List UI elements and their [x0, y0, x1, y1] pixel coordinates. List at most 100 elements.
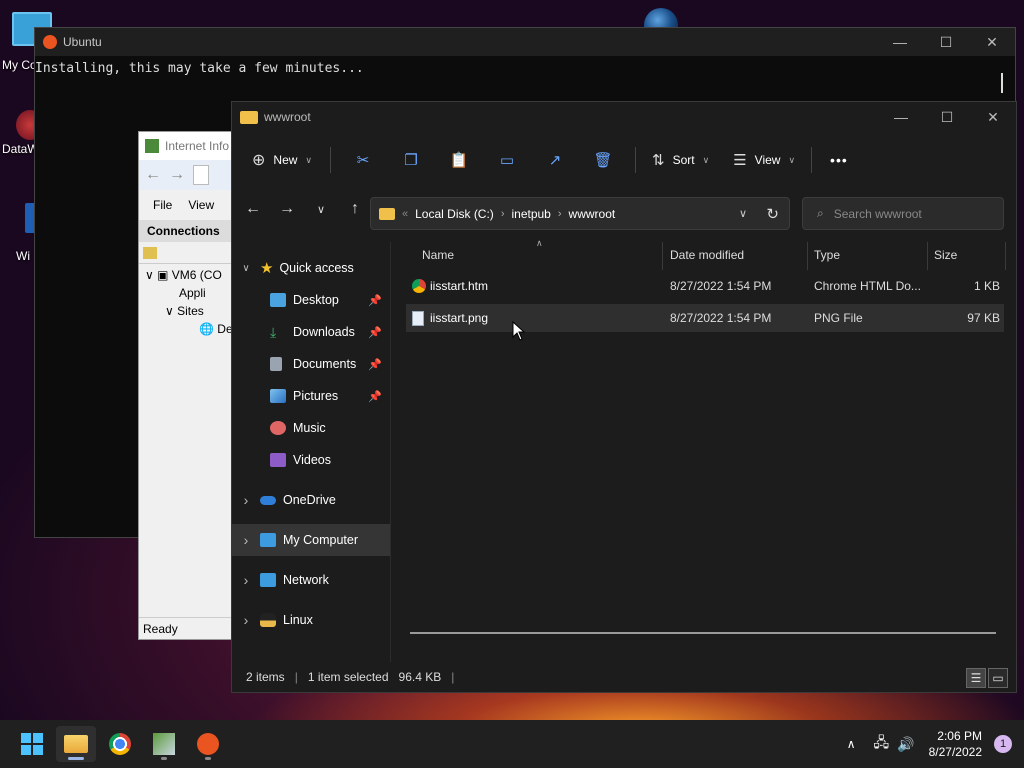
close-button[interactable]: ✕ [970, 102, 1016, 132]
volume-icon[interactable]: 🔊 [897, 736, 914, 753]
column-header-name[interactable]: Name [422, 248, 454, 262]
chevron-up-icon[interactable]: ∧ [847, 737, 856, 751]
pin-icon[interactable]: 📌 [368, 294, 382, 307]
up-button[interactable]: ↑ [338, 200, 372, 218]
clock[interactable]: 2:06 PM 8/27/2022 [929, 728, 982, 760]
more-options-button[interactable]: ••• [820, 152, 858, 168]
sidebar-item-label: Quick access [279, 261, 354, 275]
taskbar-file-explorer[interactable] [56, 726, 96, 762]
horizontal-scrollbar[interactable] [410, 632, 996, 634]
tree-node-server[interactable]: ∨ ▣ VM6 (CO [139, 266, 237, 284]
chevron-right-icon[interactable]: › [232, 492, 260, 508]
maximize-button[interactable]: ☐ [923, 28, 969, 56]
sidebar-item-desktop[interactable]: Desktop 📌 [232, 284, 390, 316]
details-view-button[interactable]: ☰ [966, 668, 986, 688]
cut-icon[interactable]: ✂ [339, 144, 387, 176]
sidebar-item-pictures[interactable]: Pictures 📌 [232, 380, 390, 412]
menu-file[interactable]: File [153, 198, 172, 212]
view-button[interactable]: ☰ View ∨ [717, 151, 803, 169]
console-scrollbar[interactable] [1001, 73, 1003, 93]
tree-node-default-site[interactable]: 🌐 De [139, 320, 237, 338]
taskbar-chrome[interactable] [100, 726, 140, 762]
chevron-right-icon[interactable]: › [232, 532, 260, 548]
rename-icon[interactable]: ▭ [483, 144, 531, 176]
chevron-right-icon[interactable]: › [558, 208, 562, 220]
chevron-right-icon[interactable]: › [232, 572, 260, 588]
address-bar[interactable]: « Local Disk (C:) › inetpub › wwwroot ∨ … [370, 197, 790, 230]
minimize-button[interactable]: — [878, 102, 924, 132]
address-dropdown-icon[interactable]: ∨ [739, 207, 747, 220]
sort-up-icon: ∧ [536, 238, 543, 248]
folder-icon [379, 207, 395, 220]
copy-icon[interactable]: ❐ [387, 144, 435, 176]
clock-time: 2:06 PM [937, 729, 982, 743]
menu-view[interactable]: View [188, 198, 214, 212]
back-arrow-icon[interactable]: ← [145, 166, 161, 184]
iis-manager-window[interactable]: Internet Info ← → File View Connections … [138, 131, 238, 640]
sidebar-item-videos[interactable]: Videos [232, 444, 390, 476]
close-button[interactable]: ✕ [969, 28, 1015, 56]
file-row-iisstart-png[interactable]: iisstart.png 8/27/2022 1:54 PM PNG File … [406, 304, 1004, 332]
breadcrumb-wwwroot[interactable]: wwwroot [569, 207, 616, 221]
globe-icon[interactable] [644, 8, 678, 28]
chevron-right-icon[interactable]: › [501, 208, 505, 220]
back-button[interactable]: ← [236, 200, 270, 218]
paste-icon[interactable]: 📋 [435, 144, 483, 176]
share-icon[interactable]: ↗ [531, 144, 579, 176]
file-date: 8/27/2022 1:54 PM [670, 311, 772, 325]
sidebar-item-quick-access[interactable]: ∨ ★ Quick access [232, 252, 390, 284]
new-button[interactable]: ⊕ New ∨ [248, 150, 318, 170]
folder-icon[interactable] [143, 246, 157, 259]
sidebar-item-label: Music [293, 421, 326, 435]
taskbar-iis-manager[interactable] [144, 726, 184, 762]
notification-badge[interactable]: 1 [994, 735, 1012, 753]
breadcrumb-inetpub[interactable]: inetpub [511, 207, 550, 221]
pane-divider[interactable] [390, 242, 391, 662]
tree-node-sites[interactable]: ∨ Sites [139, 302, 237, 320]
ubuntu-titlebar[interactable]: Ubuntu — ☐ ✕ [35, 28, 1015, 56]
taskbar-ubuntu[interactable] [188, 726, 228, 762]
chevron-right-icon[interactable]: › [232, 612, 260, 628]
sidebar-item-downloads[interactable]: ⤓ Downloads 📌 [232, 316, 390, 348]
sidebar-item-documents[interactable]: Documents 📌 [232, 348, 390, 380]
column-separator[interactable] [662, 242, 663, 270]
forward-button[interactable]: → [270, 200, 304, 218]
tiles-view-button[interactable]: ▭ [988, 668, 1008, 688]
sidebar-item-linux[interactable]: › Linux [232, 604, 390, 636]
column-header-size[interactable]: Size [934, 248, 957, 262]
computer-icon [260, 533, 276, 547]
maximize-button[interactable]: ☐ [924, 102, 970, 132]
pin-icon[interactable]: 📌 [368, 358, 382, 371]
sort-button[interactable]: ⇅ Sort ∨ [644, 151, 717, 169]
command-bar: ⊕ New ∨ ✂ ❐ 📋 ▭ ↗ 🗑 ⇅ Sort ∨ ☰ View ∨ ••… [232, 132, 1016, 188]
explorer-titlebar[interactable]: wwwroot — ☐ ✕ [232, 102, 1016, 132]
sidebar-item-label: Videos [293, 453, 331, 467]
overflow-icon[interactable]: « [402, 208, 408, 220]
chevron-down-icon[interactable]: ∨ [232, 263, 260, 274]
file-explorer-window[interactable]: wwwroot — ☐ ✕ ⊕ New ∨ ✂ ❐ 📋 ▭ ↗ 🗑 ⇅ Sort… [231, 101, 1017, 693]
navigation-pane: ∨ ★ Quick access Desktop 📌 ⤓ Downloads 📌… [232, 242, 390, 662]
pin-icon[interactable]: 📌 [368, 390, 382, 403]
column-separator[interactable] [927, 242, 928, 270]
sidebar-item-my-computer[interactable]: › My Computer [232, 524, 390, 556]
search-box[interactable]: ⌕ Search wwwroot [802, 197, 1004, 230]
column-separator[interactable] [1005, 242, 1006, 270]
network-status-icon[interactable]: 🖧 [874, 732, 890, 756]
pin-icon[interactable]: 📌 [368, 326, 382, 339]
sidebar-item-music[interactable]: Music [232, 412, 390, 444]
iis-titlebar[interactable]: Internet Info [139, 132, 237, 160]
start-button[interactable] [12, 726, 52, 762]
minimize-button[interactable]: — [877, 28, 923, 56]
file-row-iisstart-htm[interactable]: iisstart.htm 8/27/2022 1:54 PM Chrome HT… [406, 272, 1004, 300]
sidebar-item-onedrive[interactable]: › OneDrive [232, 484, 390, 516]
refresh-icon[interactable]: ↻ [766, 205, 779, 223]
breadcrumb-local-disk[interactable]: Local Disk (C:) [415, 207, 494, 221]
recent-locations-button[interactable]: ∨ [304, 203, 338, 216]
delete-icon[interactable]: 🗑 [579, 144, 627, 176]
forward-arrow-icon[interactable]: → [169, 166, 185, 184]
tree-node-app-pools[interactable]: Appli [139, 284, 237, 302]
column-header-date[interactable]: Date modified [670, 248, 744, 262]
column-separator[interactable] [807, 242, 808, 270]
column-header-type[interactable]: Type [814, 248, 840, 262]
sidebar-item-network[interactable]: › Network [232, 564, 390, 596]
